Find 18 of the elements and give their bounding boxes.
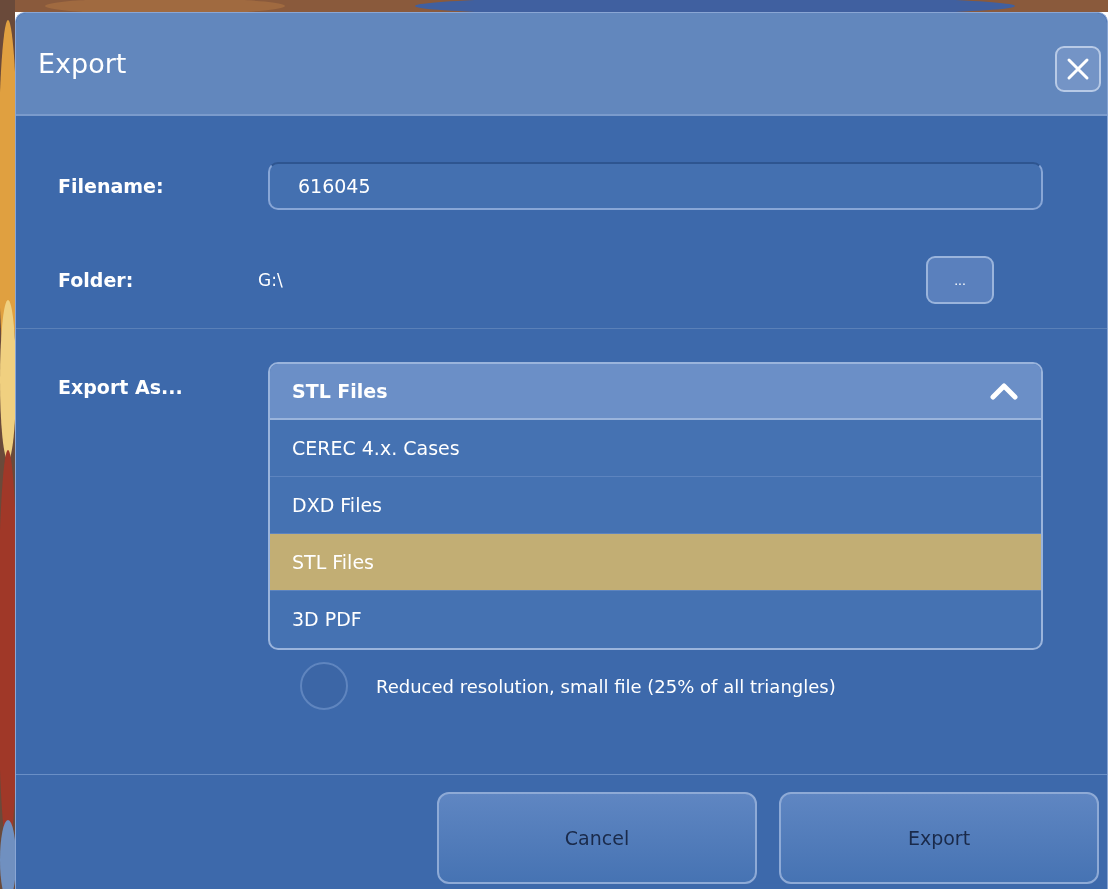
radio-button[interactable] bbox=[300, 662, 348, 710]
window-title: Export bbox=[38, 48, 127, 79]
close-button[interactable] bbox=[1055, 46, 1101, 92]
dialog-button[interactable]: Cancel bbox=[437, 792, 757, 884]
filename-field[interactable]: 616045 bbox=[268, 162, 1043, 210]
folder-path: G:\ bbox=[258, 270, 284, 290]
dropdown-option[interactable]: CEREC 4.x. Cases bbox=[270, 420, 1041, 477]
browse-button[interactable]: ... bbox=[926, 256, 994, 304]
field-label: Folder: bbox=[57, 269, 135, 291]
field-label: Export As... bbox=[57, 375, 184, 398]
dialog-button[interactable]: Export bbox=[779, 792, 1099, 884]
field-label: Filename: bbox=[57, 175, 165, 197]
caret-icon bbox=[989, 382, 1019, 400]
close-icon bbox=[1065, 56, 1091, 82]
dropdown-option[interactable]: 3D PDF bbox=[270, 591, 1041, 648]
export-format-dropdown[interactable]: STL Files CEREC 4.x. Cases DXD Files STL Files 3D PDF bbox=[268, 362, 1043, 650]
option-label: Reduced resolution, small file (25% of all triangles) bbox=[376, 675, 836, 697]
dropdown-value: STL Files bbox=[292, 380, 388, 402]
